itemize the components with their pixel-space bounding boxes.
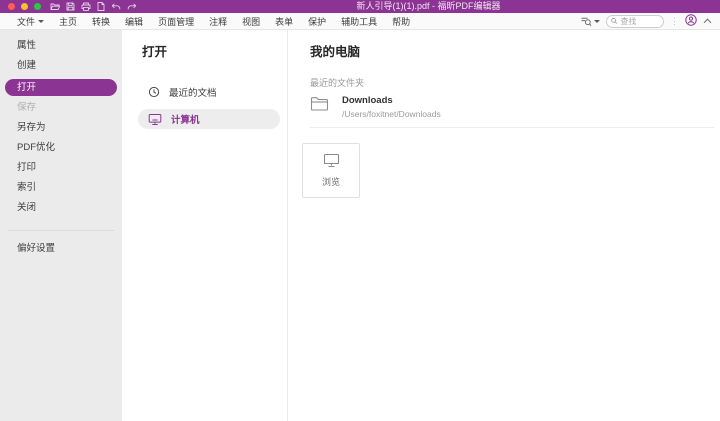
menu-form[interactable]: 表单 — [275, 15, 293, 28]
folder-name: Downloads — [342, 95, 441, 106]
account-avatar[interactable] — [685, 14, 697, 28]
folder-path: /Users/foxitnet/Downloads — [342, 109, 441, 119]
sidebar-item-close[interactable]: 关闭 — [0, 198, 122, 218]
my-computer-title: 我的电脑 — [310, 41, 720, 60]
menu-page-organize[interactable]: 页面管理 — [158, 15, 194, 28]
recent-folders-label: 最近的文件夹 — [310, 76, 720, 89]
save-icon[interactable] — [66, 2, 75, 11]
recent-folder-downloads[interactable]: Downloads /Users/foxitnet/Downloads — [310, 95, 714, 128]
sidebar-item-pdf-optimize[interactable]: PDF优化 — [0, 138, 122, 158]
file-menu-sidebar: 属性 创建 打开 保存 另存为 PDF优化 打印 索引 关闭 偏好设置 — [0, 30, 122, 421]
open-panel-title: 打开 — [142, 41, 287, 60]
menu-convert[interactable]: 转换 — [92, 15, 110, 28]
backstage-view: 属性 创建 打开 保存 另存为 PDF优化 打印 索引 关闭 偏好设置 打开 最… — [0, 30, 720, 421]
browse-button[interactable]: 浏览 — [302, 143, 360, 198]
new-document-icon[interactable] — [97, 2, 105, 11]
close-window-button[interactable] — [8, 3, 15, 10]
collapse-ribbon-button[interactable] — [703, 16, 712, 26]
menu-comment[interactable]: 注释 — [209, 15, 227, 28]
sidebar-item-preferences[interactable]: 偏好设置 — [0, 239, 122, 259]
sidebar-item-create[interactable]: 创建 — [0, 56, 122, 76]
clock-icon — [148, 86, 160, 98]
folder-icon — [310, 96, 329, 112]
menu-view[interactable]: 视图 — [242, 15, 260, 28]
sidebar-item-index[interactable]: 索引 — [0, 178, 122, 198]
open-location-recent-documents[interactable]: 最近的文档 — [122, 80, 287, 104]
chevron-down-icon — [38, 20, 44, 23]
sidebar-item-open[interactable]: 打开 — [0, 76, 122, 98]
title-bar: 新人引导(1)(1).pdf - 福昕PDF编辑器 — [0, 0, 720, 13]
sidebar-item-save: 保存 — [0, 98, 122, 118]
window-title: 新人引导(1)(1).pdf - 福昕PDF编辑器 — [137, 0, 720, 13]
open-locations-list: 最近的文档 计算机 — [122, 80, 287, 129]
chevron-down-icon — [594, 20, 600, 23]
quick-access-toolbar — [50, 2, 137, 11]
open-panel: 打开 最近的文档 计算机 — [122, 30, 288, 421]
menu-help[interactable]: 帮助 — [392, 15, 410, 28]
menu-accessibility-tools[interactable]: 辅助工具 — [341, 15, 377, 28]
folder-info: Downloads /Users/foxitnet/Downloads — [342, 95, 441, 119]
find-tools-dropdown[interactable] — [580, 15, 600, 27]
find-in-document-icon — [580, 15, 592, 27]
print-icon[interactable] — [81, 2, 91, 11]
menu-protect[interactable]: 保护 — [308, 15, 326, 28]
menu-home[interactable]: 主页 — [59, 15, 77, 28]
more-options-icon[interactable]: ⋮ — [670, 17, 679, 26]
search-icon — [611, 17, 617, 25]
open-location-computer[interactable]: 计算机 — [138, 109, 280, 129]
menu-bar-right-controls: ⋮ — [580, 14, 712, 28]
foxit-pdf-editor-window: 新人引导(1)(1).pdf - 福昕PDF编辑器 文件 主页 转换 编辑 页面… — [0, 0, 720, 421]
sidebar-item-save-as[interactable]: 另存为 — [0, 118, 122, 138]
computer-icon — [148, 113, 162, 126]
menu-bar: 文件 主页 转换 编辑 页面管理 注释 视图 表单 保护 辅助工具 帮助 ⋮ — [0, 13, 720, 30]
menu-file[interactable]: 文件 — [17, 15, 44, 28]
selected-pill: 打开 — [5, 79, 117, 96]
my-computer-panel: 我的电脑 最近的文件夹 Downloads /Users/foxitnet/Do… — [288, 30, 720, 421]
redo-icon[interactable] — [127, 2, 137, 11]
search-input[interactable] — [620, 17, 659, 26]
undo-icon[interactable] — [111, 2, 121, 11]
menu-items: 文件 主页 转换 编辑 页面管理 注释 视图 表单 保护 辅助工具 帮助 — [0, 15, 410, 28]
open-location-label: 计算机 — [171, 112, 200, 126]
open-folder-icon[interactable] — [50, 2, 60, 11]
open-location-label: 最近的文档 — [169, 85, 217, 99]
sidebar-divider — [8, 230, 114, 231]
traffic-lights — [8, 3, 41, 10]
zoom-window-button[interactable] — [34, 3, 41, 10]
sidebar-item-print[interactable]: 打印 — [0, 158, 122, 178]
monitor-icon — [323, 153, 340, 168]
browse-label: 浏览 — [322, 175, 340, 188]
search-box[interactable] — [606, 15, 664, 28]
menu-edit[interactable]: 编辑 — [125, 15, 143, 28]
minimize-window-button[interactable] — [21, 3, 28, 10]
sidebar-item-properties[interactable]: 属性 — [0, 36, 122, 56]
